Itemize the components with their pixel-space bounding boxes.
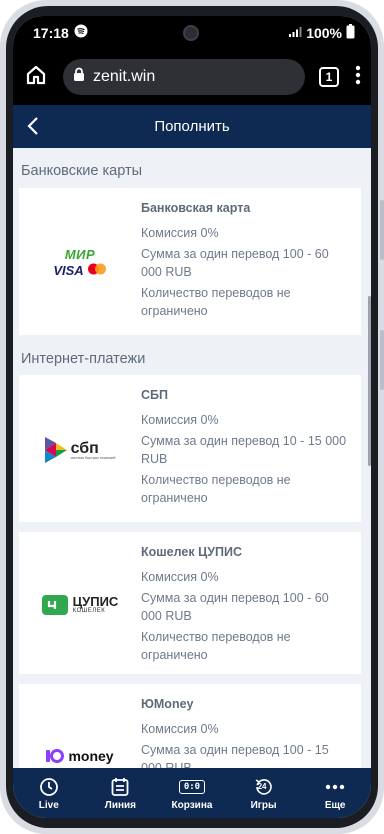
mir-logo-text: МИР	[64, 246, 96, 262]
menu-dots-icon[interactable]	[355, 65, 361, 90]
nav-item-more[interactable]: Еще	[299, 768, 371, 818]
cupis-logo: ЦУПИС КОШЕЛЕК	[19, 545, 141, 664]
payment-method-card[interactable]: сбп система быстрых платежей СБП Комисси…	[19, 375, 361, 522]
method-commission: Комиссия 0%	[141, 570, 219, 584]
yoomoney-logo-text: money	[68, 747, 114, 764]
method-title: ЮMoney	[141, 697, 194, 711]
method-count: Количество переводов не ограничено	[141, 286, 291, 318]
more-dots-icon	[325, 774, 345, 800]
games-24-icon: 24	[254, 774, 274, 800]
signal-icon	[288, 25, 302, 41]
tab-switcher-button[interactable]: 1	[319, 67, 339, 87]
address-bar[interactable]: zenit.win	[63, 59, 305, 95]
section-title-internet-payments: Интернет-платежи	[21, 351, 146, 367]
battery-icon	[346, 23, 355, 42]
nav-item-cart[interactable]: 0:0 Корзина	[156, 768, 228, 818]
browser-toolbar: zenit.win 1	[13, 49, 371, 105]
method-count: Количество переводов не ограничено	[141, 473, 291, 505]
page-header: Пополнить	[13, 105, 371, 148]
visa-logo-text: VISA	[53, 263, 84, 278]
nav-label: Корзина	[171, 800, 213, 811]
status-bar: 17:18 100%	[13, 16, 371, 49]
nav-item-line[interactable]: Линия	[85, 768, 157, 818]
spotify-icon	[74, 24, 88, 41]
nav-label: Live	[38, 800, 59, 811]
screen: 17:18 100% zenit.win 1 Пополнить Банковс…	[13, 16, 371, 818]
nav-item-games[interactable]: 24 Игры	[228, 768, 300, 818]
lock-icon	[73, 67, 93, 87]
section-title-bank-cards: Банковские карты	[21, 163, 143, 179]
method-limit: Сумма за один перевод 100 - 15 000 RUB	[141, 743, 329, 768]
volume-button	[380, 200, 384, 260]
method-commission: Комиссия 0%	[141, 722, 219, 736]
clock-icon	[39, 774, 59, 800]
mir-visa-mastercard-logo: МИР VISA	[19, 201, 141, 325]
payment-method-card[interactable]: МИР VISA Банковская карта Комиссия 0% Су…	[19, 188, 361, 335]
home-icon[interactable]	[25, 64, 47, 91]
payment-method-card[interactable]: ЦУПИС КОШЕЛЕК Кошелек ЦУПИС Комиссия 0% …	[19, 532, 361, 674]
yoomoney-logo: money	[19, 697, 141, 768]
battery-text: 100%	[306, 24, 342, 41]
method-limit: Сумма за один перевод 100 - 60 000 RUB	[141, 247, 329, 279]
scrollbar[interactable]	[368, 296, 371, 466]
mastercard-icon	[87, 262, 107, 280]
status-time: 17:18	[33, 24, 69, 41]
method-title: Кошелек ЦУПИС	[141, 545, 242, 559]
method-limit: Сумма за один перевод 100 - 60 000 RUB	[141, 591, 329, 623]
payment-method-card[interactable]: money ЮMoney Комиссия 0% Сумма за один п…	[19, 684, 361, 768]
yoomoney-icon	[46, 748, 65, 763]
scoreboard-icon: 0:0	[178, 774, 206, 800]
power-button	[380, 330, 384, 390]
sbp-logo-text: сбп	[70, 439, 99, 457]
front-camera	[183, 25, 199, 41]
page-title: Пополнить	[154, 118, 230, 135]
nav-label: Линия	[104, 800, 136, 811]
calendar-icon	[111, 774, 129, 800]
phone-frame: 17:18 100% zenit.win 1 Пополнить Банковс…	[0, 0, 384, 834]
bottom-navigation: Live Линия 0:0 Корзина 24 Игры Еще	[13, 768, 371, 818]
nav-item-live[interactable]: Live	[13, 768, 85, 818]
payment-methods-list: Банковские карты МИР VISA Банковская кар…	[13, 148, 371, 768]
method-commission: Комиссия 0%	[141, 413, 219, 427]
games-24-text: 24	[257, 782, 267, 791]
sbp-triangle-icon	[44, 437, 67, 463]
scoreboard-text: 0:0	[178, 780, 206, 794]
nav-label: Игры	[250, 800, 277, 811]
method-commission: Комиссия 0%	[141, 226, 219, 240]
nav-label: Еще	[324, 800, 346, 811]
url-text: zenit.win	[93, 68, 156, 85]
method-title: Банковская карта	[141, 201, 251, 215]
sbp-logo: сбп система быстрых платежей	[19, 388, 141, 512]
method-title: СБП	[141, 388, 168, 402]
cupis-wallet-icon	[41, 594, 68, 615]
method-count: Количество переводов не ограничено	[141, 630, 291, 662]
method-limit: Сумма за один перевод 10 - 15 000 RUB	[141, 434, 347, 466]
back-chevron-icon[interactable]	[27, 116, 39, 140]
sbp-logo-subtext: система быстрых платежей	[70, 455, 116, 460]
cupis-logo-text: ЦУПИС	[72, 593, 119, 609]
